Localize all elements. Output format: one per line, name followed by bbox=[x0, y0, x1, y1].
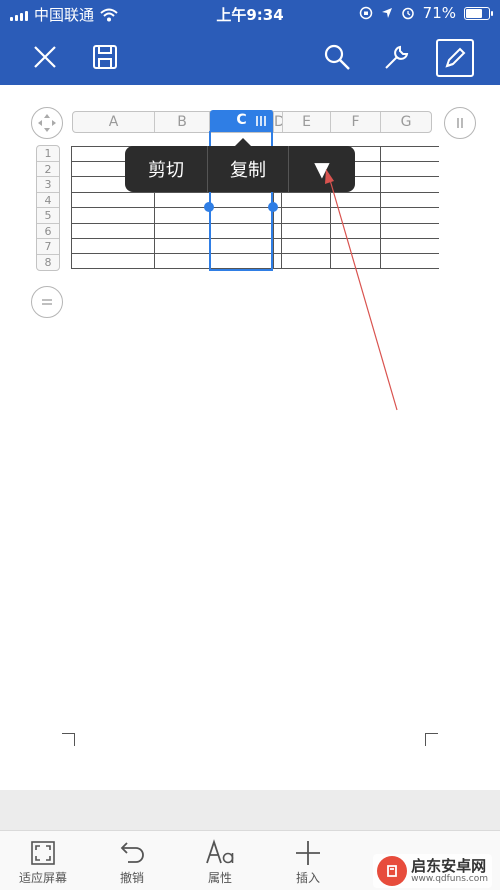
search-icon bbox=[324, 44, 350, 70]
page-corner-bottom-right bbox=[425, 733, 438, 746]
row-header-4[interactable]: 4 bbox=[37, 193, 59, 208]
cut-menu-item[interactable]: 剪切 bbox=[125, 146, 207, 192]
page-corner-bottom-left bbox=[62, 733, 75, 746]
undo-button[interactable]: 撤销 bbox=[92, 837, 172, 886]
insert-label: 插入 bbox=[295, 871, 320, 885]
undo-label: 撤销 bbox=[119, 871, 144, 885]
page-gap bbox=[0, 790, 500, 830]
column-header-a[interactable]: A bbox=[73, 112, 155, 132]
fit-screen-label: 适应屏幕 bbox=[18, 871, 67, 885]
fit-screen-icon bbox=[31, 841, 55, 865]
tools-button[interactable] bbox=[378, 38, 416, 76]
watermark-url: www.qdfuns.com bbox=[411, 874, 488, 884]
fit-screen-button[interactable]: 适应屏幕 bbox=[3, 837, 83, 886]
watermark: 启东安卓网 www.qdfuns.com bbox=[373, 854, 492, 888]
column-header-b[interactable]: B bbox=[155, 112, 210, 132]
battery-percent: 71% bbox=[422, 4, 456, 22]
wrench-icon bbox=[385, 45, 409, 69]
save-button[interactable] bbox=[86, 38, 124, 76]
column-header-c-label: C bbox=[236, 112, 247, 128]
pause-bars-icon bbox=[457, 118, 463, 128]
row-header-3[interactable]: 3 bbox=[37, 177, 59, 193]
bottom-toolbar: 适应屏幕 撤销 属性 插入 启东安卓网 www.qdfuns.com bbox=[0, 830, 500, 890]
row-header-bar: 1 2 3 4 5 6 7 8 bbox=[36, 145, 60, 271]
column-header-e[interactable]: E bbox=[283, 112, 331, 132]
close-icon bbox=[34, 46, 56, 68]
properties-label: 属性 bbox=[207, 871, 232, 885]
watermark-name: 启东安卓网 bbox=[411, 857, 487, 875]
column-header-c[interactable]: C bbox=[210, 110, 274, 132]
insert-button[interactable]: 插入 bbox=[268, 837, 348, 886]
column-header-f[interactable]: F bbox=[331, 112, 381, 132]
row-header-1[interactable]: 1 bbox=[37, 146, 59, 162]
column-header-d[interactable]: D bbox=[274, 112, 283, 132]
rotation-lock-icon bbox=[359, 6, 372, 20]
location-icon bbox=[381, 8, 392, 18]
properties-button[interactable]: 属性 bbox=[180, 837, 260, 886]
selection-handle-right[interactable] bbox=[268, 202, 278, 212]
triangle-down-icon: ▼ bbox=[314, 157, 330, 181]
alarm-icon bbox=[401, 7, 414, 20]
plus-icon bbox=[296, 841, 320, 865]
search-button[interactable] bbox=[318, 38, 356, 76]
status-bar: 中国联通 上午9:34 71% bbox=[0, 0, 500, 28]
edit-button[interactable] bbox=[436, 39, 474, 77]
save-icon bbox=[93, 45, 117, 69]
battery-icon bbox=[464, 6, 493, 20]
watermark-logo-icon bbox=[377, 856, 408, 886]
row-header-5[interactable]: 5 bbox=[37, 208, 59, 224]
column-header-g[interactable]: G bbox=[381, 112, 431, 132]
row-handle-button[interactable] bbox=[31, 286, 63, 318]
context-menu: 剪切 复制 ▼ bbox=[125, 138, 355, 192]
font-aa-icon bbox=[206, 839, 234, 864]
more-menu-button[interactable]: ▼ bbox=[289, 146, 355, 192]
row-header-8[interactable]: 8 bbox=[37, 255, 59, 271]
selection-handle-left[interactable] bbox=[204, 202, 214, 212]
equals-bars-icon bbox=[42, 299, 52, 305]
undo-icon bbox=[120, 842, 144, 863]
column-header-bar: A B C D E F G bbox=[72, 110, 432, 133]
close-button[interactable] bbox=[26, 38, 64, 76]
column-resize-icon bbox=[256, 116, 266, 126]
column-handle-button[interactable] bbox=[444, 107, 476, 139]
copy-menu-item[interactable]: 复制 bbox=[208, 146, 288, 192]
edit-pencil-icon bbox=[445, 47, 466, 68]
row-header-7[interactable]: 7 bbox=[37, 239, 59, 255]
top-toolbar bbox=[0, 28, 500, 85]
row-header-6[interactable]: 6 bbox=[37, 224, 59, 239]
move-arrows-icon bbox=[38, 114, 56, 132]
row-header-2[interactable]: 2 bbox=[37, 162, 59, 177]
move-table-button[interactable] bbox=[31, 107, 63, 139]
